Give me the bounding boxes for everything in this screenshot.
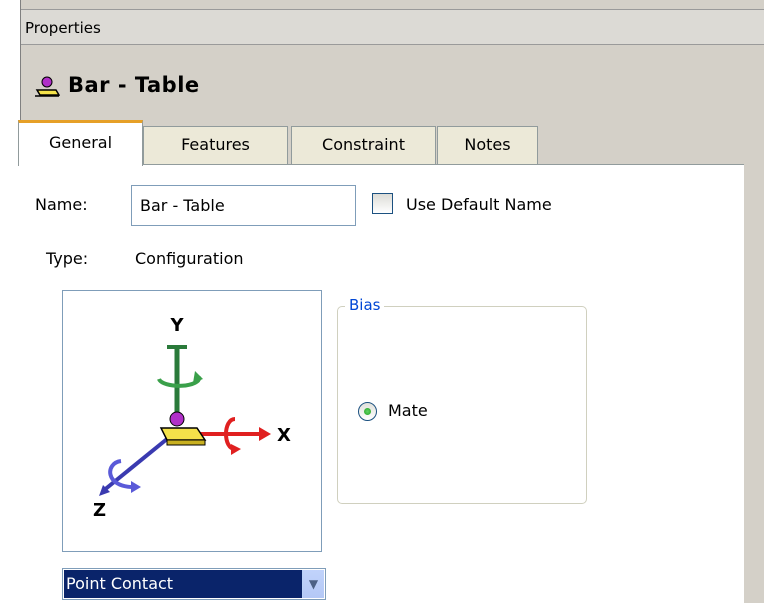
bias-legend: Bias	[345, 296, 385, 314]
mate-radio-label[interactable]: Mate	[388, 401, 428, 420]
tab-general[interactable]: General	[18, 120, 143, 166]
axes-diagram: Y Z X	[93, 315, 291, 521]
use-default-name-label[interactable]: Use Default Name	[406, 195, 552, 214]
y-axis-label: Y	[169, 315, 184, 336]
panel-titlebar: Properties	[21, 9, 764, 45]
x-axis-label: X	[277, 425, 291, 446]
component-title: Bar - Table	[68, 73, 200, 97]
name-label: Name:	[35, 195, 88, 214]
type-value: Configuration	[135, 249, 244, 268]
name-field[interactable]	[131, 185, 356, 226]
use-default-name-checkbox[interactable]	[372, 193, 393, 214]
part-icon	[35, 76, 60, 97]
panel-title: Properties	[25, 19, 101, 37]
mate-radio[interactable]	[358, 402, 377, 421]
contact-type-select[interactable]: Point Contact ▼	[62, 568, 326, 600]
tab-notes[interactable]: Notes	[437, 126, 538, 164]
tab-strip: General Features Constraint Notes	[18, 120, 744, 166]
constraint-preview: Y Z X	[62, 290, 322, 552]
contact-type-value[interactable]: Point Contact	[64, 570, 302, 598]
contact-point	[169, 411, 185, 427]
z-axis-label: Z	[93, 500, 106, 521]
chevron-down-icon[interactable]: ▼	[302, 570, 324, 598]
type-label: Type:	[46, 249, 89, 268]
tab-features[interactable]: Features	[143, 126, 288, 164]
contact-plate	[159, 427, 207, 441]
tab-constraint[interactable]: Constraint	[291, 126, 436, 164]
